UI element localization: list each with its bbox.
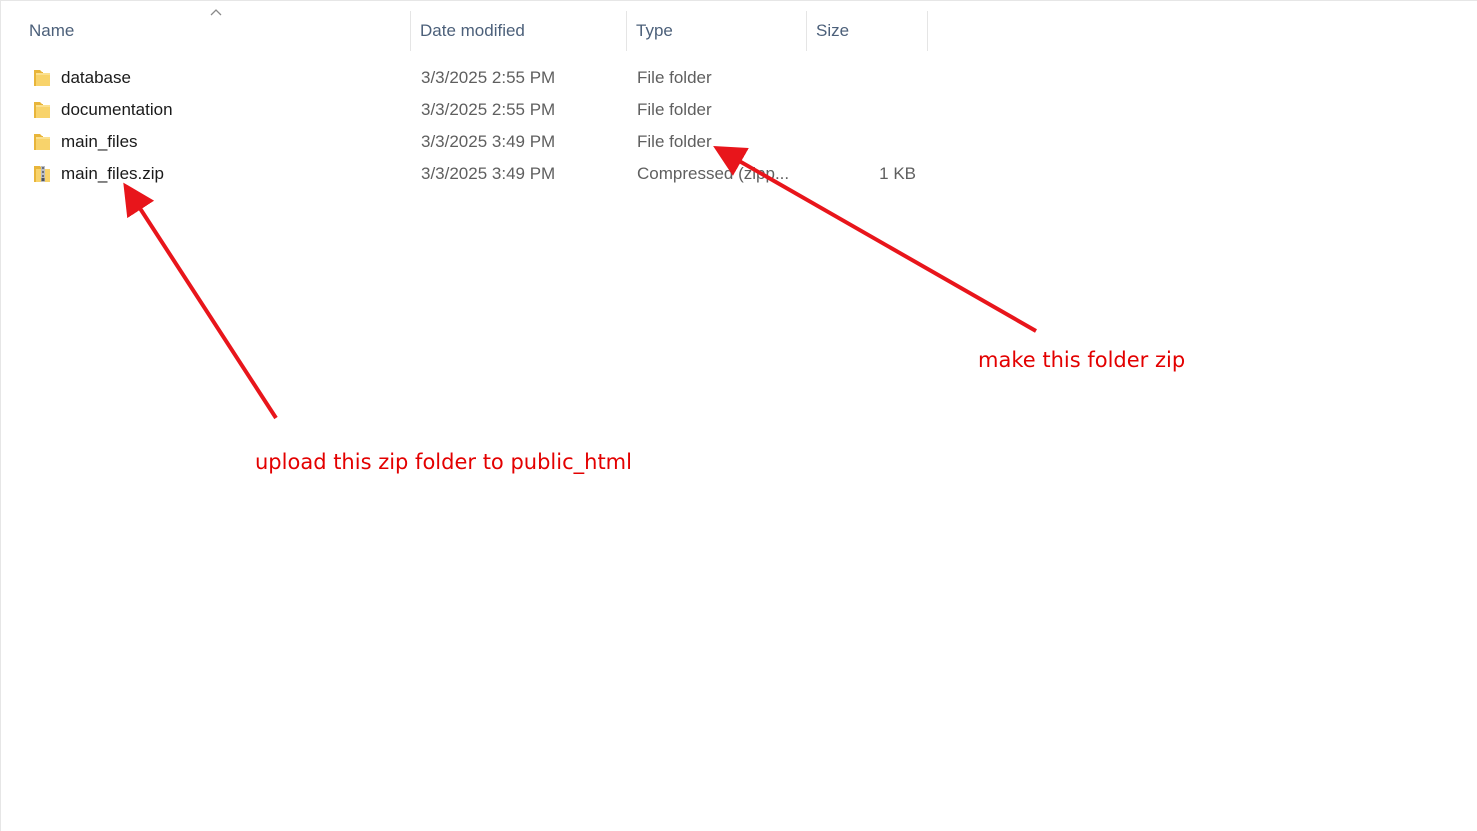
column-divider[interactable]: [806, 11, 807, 51]
file-row-database[interactable]: database 3/3/2025 2:55 PM File folder: [23, 62, 933, 94]
file-name: database: [61, 68, 131, 87]
file-type: File folder: [637, 132, 712, 151]
file-row-documentation[interactable]: documentation 3/3/2025 2:55 PM File fold…: [23, 94, 933, 126]
column-header-type-label: Type: [636, 21, 673, 40]
column-header-size-label: Size: [816, 21, 850, 40]
folder-icon: [34, 134, 50, 150]
annotation-upload-zip: upload this zip folder to public_html: [255, 450, 632, 474]
column-divider[interactable]: [927, 11, 928, 51]
file-name: main_files: [61, 132, 138, 151]
file-date: 3/3/2025 3:49 PM: [421, 164, 556, 183]
file-type: Compressed (zipp...: [637, 164, 790, 183]
file-date: 3/3/2025 3:49 PM: [421, 132, 556, 151]
file-type: File folder: [637, 68, 712, 87]
file-row-main-files-zip[interactable]: main_files.zip 3/3/2025 3:49 PM Compress…: [23, 158, 933, 190]
column-header-date-label: Date modified: [420, 21, 525, 40]
file-type: File folder: [637, 100, 712, 119]
column-divider[interactable]: [410, 11, 411, 51]
column-header-date-modified[interactable]: Date modified: [420, 11, 625, 51]
file-date: 3/3/2025 2:55 PM: [421, 68, 556, 87]
file-size: [843, 94, 916, 126]
column-header-name-label: Name: [29, 21, 75, 40]
file-size: [843, 62, 916, 94]
file-row-main-files[interactable]: main_files 3/3/2025 3:49 PM File folder: [23, 126, 933, 158]
folder-icon: [34, 70, 50, 86]
file-name: main_files.zip: [61, 164, 164, 183]
file-name: documentation: [61, 100, 173, 119]
column-header-name[interactable]: Name: [29, 11, 409, 51]
folder-icon: [34, 102, 50, 118]
column-header-type[interactable]: Type: [636, 11, 804, 51]
file-size: [843, 126, 916, 158]
zip-folder-icon: [34, 166, 50, 182]
file-date: 3/3/2025 2:55 PM: [421, 100, 556, 119]
column-divider[interactable]: [626, 11, 627, 51]
annotation-make-zip: make this folder zip: [978, 348, 1186, 372]
file-size: 1 KB: [879, 164, 916, 183]
column-header-size[interactable]: Size: [816, 11, 926, 51]
arrow-to-main-files-zip: [123, 182, 278, 420]
file-explorer-window: Name Date modified Type Size database 3/…: [0, 0, 1477, 831]
